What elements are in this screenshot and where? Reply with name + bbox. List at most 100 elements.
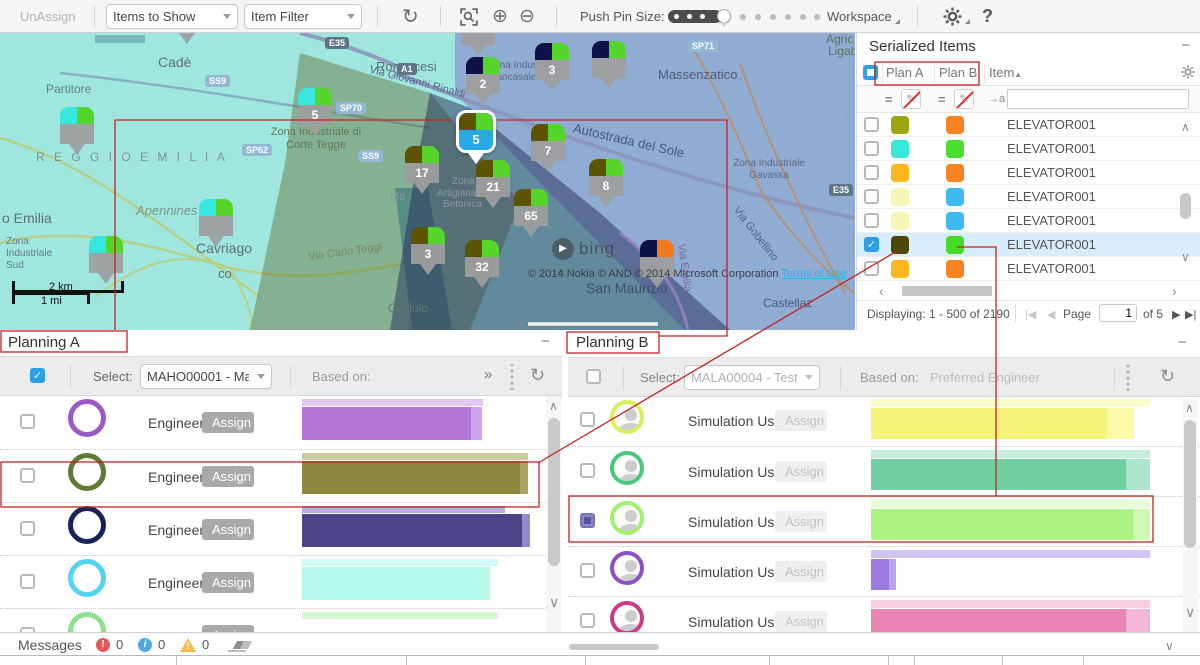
serialized-item-row[interactable]: ELEVATOR001: [857, 257, 1200, 281]
plan-a-sort-icon[interactable]: =: [885, 92, 893, 107]
scroll-up-icon[interactable]: ∧: [1185, 402, 1194, 414]
scrollbar-thumb[interactable]: [1184, 420, 1196, 548]
select-all-checkbox[interactable]: [863, 65, 878, 80]
row-checkbox[interactable]: [580, 513, 595, 528]
row-checkbox[interactable]: [864, 237, 879, 252]
splitter-chevron-left[interactable]: ‹: [845, 212, 848, 223]
map-pin[interactable]: 8: [589, 159, 623, 207]
row-checkbox[interactable]: [20, 574, 35, 589]
map-pin-selected[interactable]: 5: [456, 110, 496, 164]
scroll-up-icon[interactable]: ∧: [1181, 121, 1190, 133]
settings-gear-icon[interactable]: [943, 0, 970, 33]
planning-b-scrollbar[interactable]: ∧ ∨: [1182, 398, 1198, 632]
item-filter-input[interactable]: [1007, 89, 1189, 109]
assign-button[interactable]: Assign: [775, 511, 827, 532]
collapse-icon[interactable]: −: [1178, 334, 1187, 351]
serialized-item-row[interactable]: ELEVATOR001: [857, 209, 1200, 233]
row-checkbox[interactable]: [20, 521, 35, 536]
slider-thumb[interactable]: [717, 9, 731, 23]
plan-b-sort-icon[interactable]: =: [938, 92, 946, 107]
map-pin[interactable]: [60, 107, 94, 155]
plan-b-filter-edit-icon[interactable]: ✎: [954, 89, 974, 109]
engineer-row[interactable]: Engineer 2Assign: [0, 449, 562, 502]
serialized-hscrollbar[interactable]: ‹ ›: [857, 283, 1200, 299]
items-to-show-dropdown[interactable]: Items to Show: [106, 4, 238, 29]
map-pin[interactable]: [640, 240, 674, 288]
column-item[interactable]: Item▲: [989, 65, 1022, 80]
drag-handle-icon[interactable]: [510, 364, 514, 390]
plan-a-filter-edit-icon[interactable]: ✎: [901, 89, 921, 109]
scroll-down-icon[interactable]: ∨: [1185, 606, 1195, 618]
scroll-down-icon[interactable]: ∨: [1181, 251, 1190, 263]
map-pin[interactable]: 32: [465, 240, 499, 288]
row-checkbox[interactable]: [20, 468, 35, 483]
row-checkbox[interactable]: [580, 463, 595, 478]
assign-button[interactable]: Assign: [202, 519, 254, 540]
collapse-messages-icon[interactable]: ∨: [1165, 640, 1174, 652]
planning-a-checkbox[interactable]: [30, 368, 45, 383]
collapse-icon[interactable]: −: [541, 333, 550, 350]
planning-b-resource-dropdown[interactable]: MALA00004 - Test for de: [684, 365, 820, 390]
item-filter-type-icon[interactable]: →a: [988, 93, 1005, 105]
map-pin[interactable]: [89, 236, 123, 284]
map-pin[interactable]: 2: [466, 57, 500, 105]
zoom-selection-icon[interactable]: [460, 0, 478, 33]
scrollbar-thumb[interactable]: [548, 418, 560, 566]
engineer-row[interactable]: Engineer 1Assign: [0, 396, 562, 449]
hscrollbar-thumb[interactable]: [902, 286, 992, 296]
assign-button[interactable]: Assign: [775, 611, 827, 632]
engineer-row[interactable]: Engineer 4Assign: [0, 555, 562, 608]
planning-b-checkbox[interactable]: [586, 369, 601, 384]
serialized-item-row[interactable]: ELEVATOR001: [857, 233, 1200, 257]
page-first-icon[interactable]: |◀: [1025, 308, 1036, 321]
assign-button[interactable]: Assign: [202, 412, 254, 433]
map[interactable]: CadèPartitoreRoncocesiMassenzaticoR E G …: [0, 33, 855, 330]
assign-button[interactable]: Assign: [202, 572, 254, 593]
workspace-menu[interactable]: Workspace: [827, 0, 900, 33]
row-checkbox[interactable]: [864, 189, 879, 204]
scroll-right-icon[interactable]: ›: [1172, 285, 1177, 297]
map-pin[interactable]: 7: [531, 124, 565, 172]
serialized-item-row[interactable]: ELEVATOR001: [857, 185, 1200, 209]
row-checkbox[interactable]: [864, 213, 879, 228]
refresh-icon[interactable]: ↻: [402, 0, 419, 33]
planning-a-scrollbar[interactable]: ∧ ∨: [546, 396, 562, 632]
clear-messages-icon[interactable]: [233, 641, 252, 649]
simulation-user-row[interactable]: Simulation User 4Assign: [568, 546, 1200, 596]
more-options-chevrons[interactable]: »: [484, 366, 492, 383]
map-pin[interactable]: [592, 41, 626, 89]
push-pin-size-slider[interactable]: [668, 9, 818, 25]
serialized-item-row[interactable]: ELEVATOR001: [857, 113, 1200, 137]
hscrollbar-thumb[interactable]: [569, 644, 659, 650]
map-pin[interactable]: 21: [476, 160, 510, 208]
row-checkbox[interactable]: [864, 165, 879, 180]
simulation-user-row[interactable]: Simulation User 5Assign: [568, 596, 1200, 632]
row-checkbox[interactable]: [580, 563, 595, 578]
map-pin[interactable]: [170, 33, 204, 44]
map-pin[interactable]: 3: [411, 227, 445, 275]
assign-button[interactable]: Assign: [775, 461, 827, 482]
vertical-scrollbar-thumb[interactable]: [1180, 193, 1191, 219]
grid-settings-gear-icon[interactable]: [1181, 65, 1195, 84]
refresh-icon[interactable]: ↻: [1160, 366, 1175, 387]
assign-button[interactable]: Assign: [202, 625, 254, 633]
row-checkbox[interactable]: [864, 117, 879, 132]
map-pin[interactable]: 3: [535, 43, 569, 91]
map-pin[interactable]: 17: [405, 146, 439, 194]
refresh-icon[interactable]: ↻: [530, 365, 545, 386]
simulation-user-row[interactable]: Simulation User 3Assign: [568, 496, 1200, 546]
zoom-in-icon[interactable]: ⊕: [492, 0, 508, 33]
engineer-row[interactable]: Engineer 3Assign: [0, 502, 562, 555]
map-pin[interactable]: 5: [298, 88, 332, 136]
zoom-out-icon[interactable]: ⊖: [519, 0, 535, 33]
map-pin[interactable]: [199, 199, 233, 247]
splitter-chevron-right[interactable]: ›: [845, 112, 848, 123]
page-prev-icon[interactable]: ◀: [1047, 308, 1055, 321]
row-checkbox[interactable]: [864, 141, 879, 156]
simulation-user-row[interactable]: Simulation User 1Assign: [568, 396, 1200, 446]
column-plan-a[interactable]: Plan A: [886, 65, 924, 80]
row-checkbox[interactable]: [580, 412, 595, 427]
engineer-row[interactable]: Assign: [0, 608, 562, 632]
map-planning-splitter[interactable]: ∧ ∨: [518, 319, 670, 329]
planning-a-resource-dropdown[interactable]: MAHO00001 - Marco Ho: [140, 364, 272, 389]
